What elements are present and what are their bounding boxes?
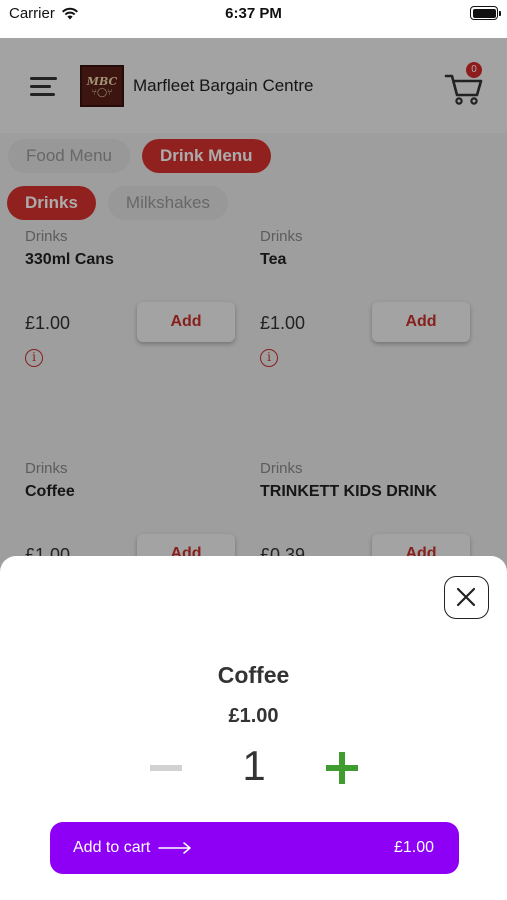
add-to-cart-label: Add to cart	[73, 839, 151, 856]
clock: 6:37 PM	[225, 5, 282, 22]
add-item-sheet: Coffee £1.00 1 Add to cart £1.00	[0, 556, 507, 900]
increase-quantity-button[interactable]	[326, 752, 358, 784]
battery-icon	[470, 6, 501, 20]
add-to-cart-label-group: Add to cart	[73, 839, 192, 857]
cart-total: £1.00	[393, 839, 434, 856]
item-title: Coffee	[217, 662, 290, 688]
quantity-value: 1	[242, 742, 266, 789]
close-icon	[456, 587, 476, 607]
close-button[interactable]	[444, 576, 489, 619]
add-to-cart-button[interactable]: Add to cart £1.00	[50, 822, 459, 874]
arrow-right-icon	[158, 842, 192, 854]
item-price: £1.00	[228, 705, 279, 727]
status-bar: Carrier 6:37 PM	[0, 0, 507, 38]
decrease-quantity-button[interactable]	[150, 756, 182, 780]
